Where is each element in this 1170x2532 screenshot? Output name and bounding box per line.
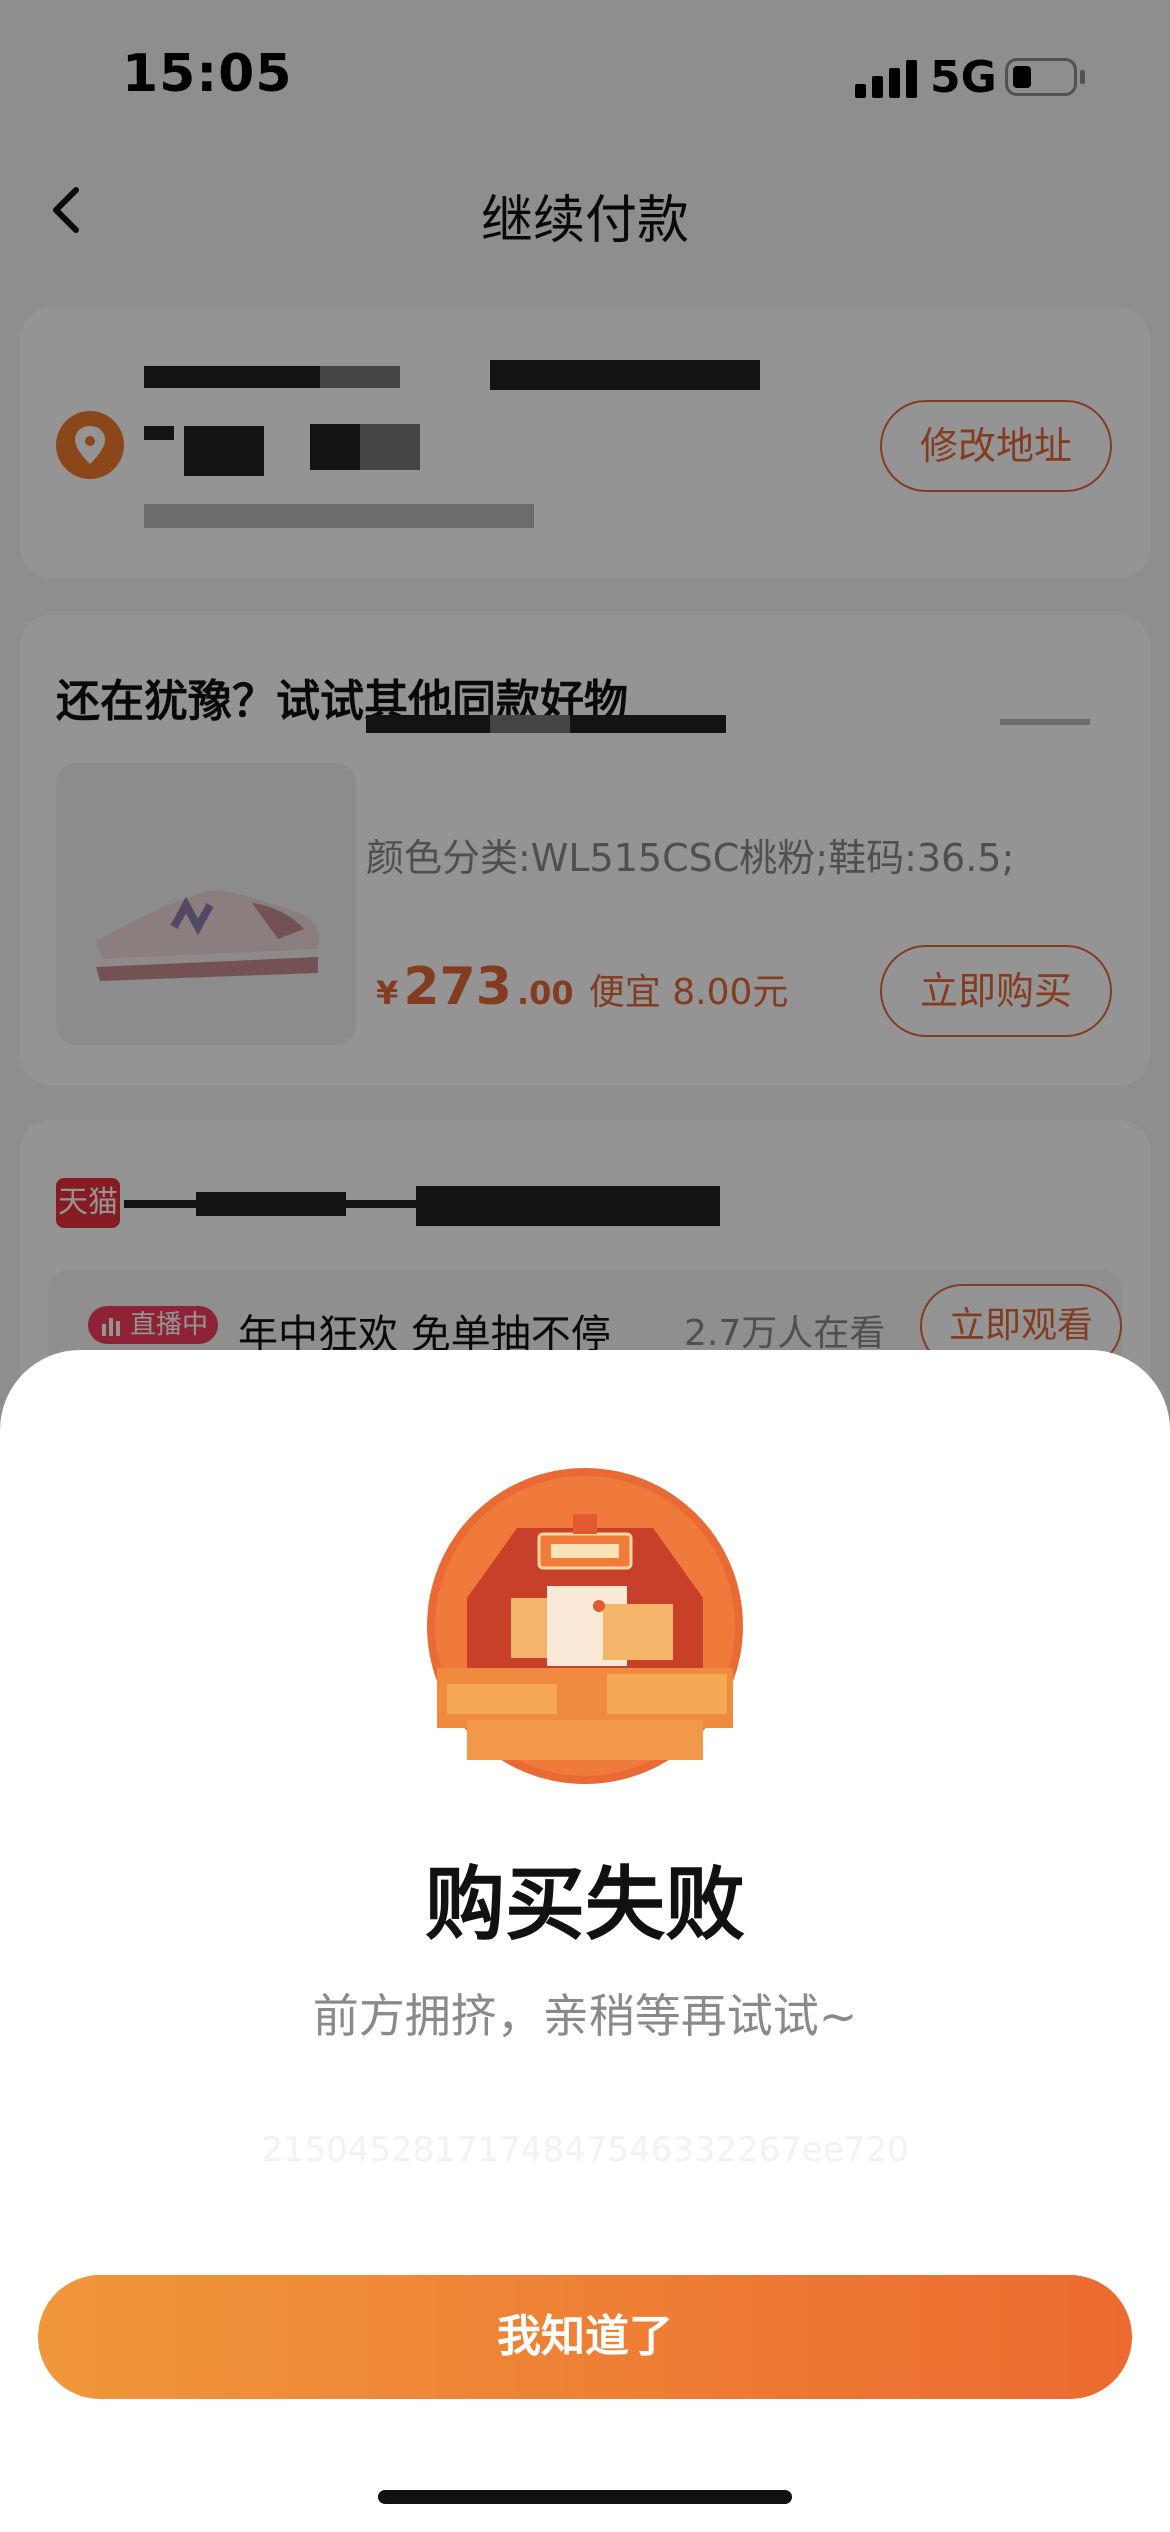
checkout-page: 15:05 5G 继续付款 修改地址 还在犹豫？试试其他同款好物 颜色分类:WL… [0,0,1170,2532]
trace-id: 2150452817174847546332267ee720 [261,2130,909,2170]
home-indicator[interactable] [378,2490,792,2504]
dialog-title: 购买失败 [425,1858,745,1951]
warning-truck-illustration [427,1468,743,1784]
dialog-subtitle: 前方拥挤，亲稍等再试试~ [312,1989,858,2043]
acknowledge-button[interactable]: 我知道了 [38,2275,1132,2399]
purchase-failed-sheet: 购买失败 前方拥挤，亲稍等再试试~ 2150452817174847546332… [0,1350,1170,2532]
